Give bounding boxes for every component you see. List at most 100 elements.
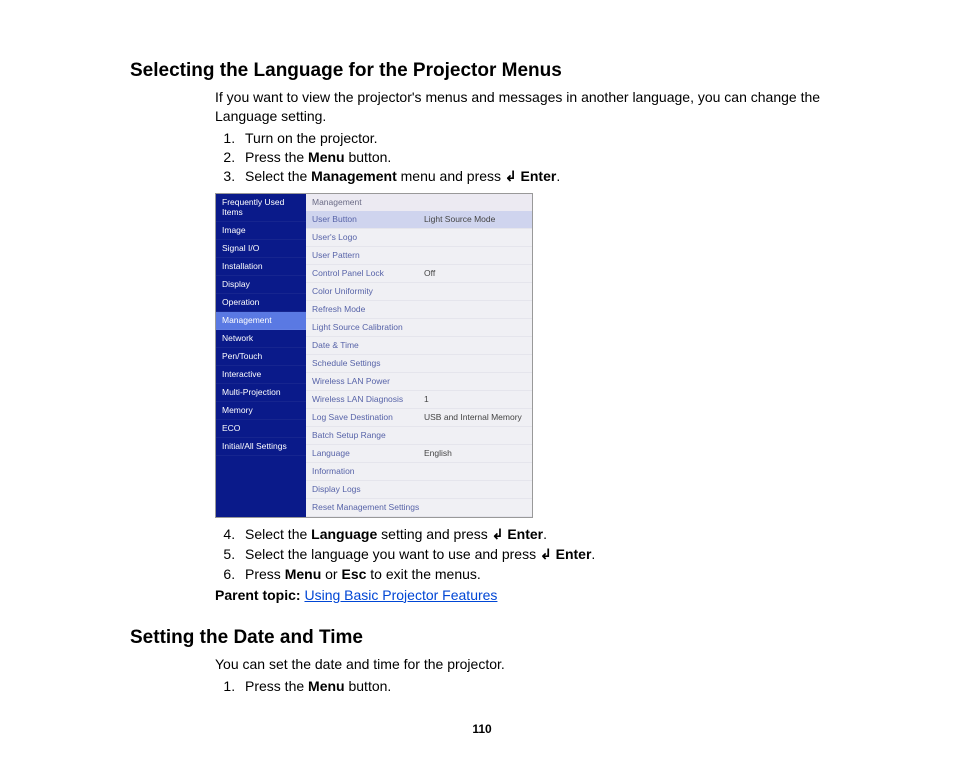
step-text: menu and press (397, 168, 505, 184)
menu-option-label: User Pattern (312, 250, 424, 260)
menu-option-row[interactable]: Wireless LAN Power (306, 373, 532, 391)
sidebar-item[interactable]: Pen/Touch (216, 348, 306, 366)
menu-word: Menu (308, 149, 345, 165)
enter-word: Enter (556, 546, 592, 562)
step-text: Select the (245, 168, 311, 184)
sidebar-item[interactable]: Image (216, 222, 306, 240)
step-text: to exit the menus. (366, 566, 480, 582)
step-list-continued: Select the Language setting and press ↲ … (215, 526, 834, 582)
menu-screenshot-figure: Frequently Used ItemsImageSignal I/OInst… (215, 193, 834, 518)
menu-option-label: Wireless LAN Power (312, 376, 424, 386)
step-item: Press the Menu button. (239, 149, 834, 165)
sidebar-item[interactable]: Display (216, 276, 306, 294)
menu-option-row[interactable]: Batch Setup Range (306, 427, 532, 445)
step-text: Select the language you want to use and … (245, 546, 540, 562)
menu-option-row[interactable]: Control Panel LockOff (306, 265, 532, 283)
menu-option-row[interactable]: User Pattern (306, 247, 532, 265)
sidebar-item[interactable]: Multi-Projection (216, 384, 306, 402)
step-text: Press the (245, 678, 308, 694)
menu-option-label: Language (312, 448, 424, 458)
parent-topic-line: Parent topic: Using Basic Projector Feat… (215, 586, 834, 605)
esc-word: Esc (341, 566, 366, 582)
menu-word: Menu (308, 678, 345, 694)
menu-option-row[interactable]: User's Logo (306, 229, 532, 247)
page-number: 110 (130, 722, 834, 736)
section-heading: Setting the Date and Time (130, 627, 834, 649)
step-item: Turn on the projector. (239, 130, 834, 146)
step-text: Select the (245, 526, 311, 542)
sidebar-item[interactable]: Management (216, 312, 306, 330)
step-item: Press Menu or Esc to exit the menus. (239, 566, 834, 582)
menu-option-row[interactable]: Wireless LAN Diagnosis1 (306, 391, 532, 409)
menu-word: Menu (285, 566, 322, 582)
enter-word: Enter (521, 168, 557, 184)
sidebar-item[interactable]: Initial/All Settings (216, 438, 306, 456)
sidebar-item[interactable]: Installation (216, 258, 306, 276)
menu-option-label: Schedule Settings (312, 358, 424, 368)
menu-option-label: Information (312, 466, 424, 476)
step-text: setting and press (377, 526, 491, 542)
sidebar-item[interactable]: Interactive (216, 366, 306, 384)
sidebar-item[interactable]: Signal I/O (216, 240, 306, 258)
section-body: If you want to view the projector's menu… (215, 88, 834, 605)
step-text: . (556, 168, 560, 184)
menu-option-row[interactable]: Schedule Settings (306, 355, 532, 373)
step-text: or (321, 566, 341, 582)
sidebar-item[interactable]: Operation (216, 294, 306, 312)
sidebar-item[interactable]: Network (216, 330, 306, 348)
menu-option-row[interactable]: Date & Time (306, 337, 532, 355)
step-text: Turn on the projector. (245, 130, 378, 146)
step-item: Select the Language setting and press ↲ … (239, 526, 834, 543)
enter-icon: ↲ (540, 546, 552, 563)
sidebar-item[interactable]: ECO (216, 420, 306, 438)
menu-option-row[interactable]: LanguageEnglish (306, 445, 532, 463)
menu-main-panel: Management User ButtonLight Source ModeU… (306, 194, 532, 517)
step-item: Select the Management menu and press ↲ E… (239, 168, 834, 185)
sidebar-item[interactable]: Memory (216, 402, 306, 420)
menu-word: Management (311, 168, 397, 184)
projector-menu-ui: Frequently Used ItemsImageSignal I/OInst… (215, 193, 533, 518)
step-list: Press the Menu button. (215, 678, 834, 694)
enter-icon: ↲ (492, 526, 504, 543)
menu-options-list: User ButtonLight Source ModeUser's LogoU… (306, 211, 532, 517)
menu-option-row[interactable]: User ButtonLight Source Mode (306, 211, 532, 229)
menu-option-row[interactable]: Light Source Calibration (306, 319, 532, 337)
step-list: Turn on the projector. Press the Menu bu… (215, 130, 834, 185)
step-item: Press the Menu button. (239, 678, 834, 694)
menu-option-label: User Button (312, 214, 424, 224)
menu-option-label: User's Logo (312, 232, 424, 242)
enter-icon: ↲ (505, 168, 517, 185)
section-body: You can set the date and time for the pr… (215, 655, 834, 694)
menu-option-row[interactable]: Reset Management Settings (306, 499, 532, 517)
enter-word: Enter (507, 526, 543, 542)
menu-main-header: Management (306, 194, 532, 211)
step-item: Select the language you want to use and … (239, 546, 834, 563)
menu-sidebar: Frequently Used ItemsImageSignal I/OInst… (216, 194, 306, 517)
menu-option-label: Display Logs (312, 484, 424, 494)
step-text: Press (245, 566, 285, 582)
step-text: . (543, 526, 547, 542)
parent-topic-link[interactable]: Using Basic Projector Features (304, 587, 497, 603)
menu-option-row[interactable]: Refresh Mode (306, 301, 532, 319)
menu-option-value: 1 (424, 394, 429, 404)
menu-option-label: Control Panel Lock (312, 268, 424, 278)
menu-option-label: Light Source Calibration (312, 322, 424, 332)
menu-option-row[interactable]: Information (306, 463, 532, 481)
menu-option-value: USB and Internal Memory (424, 412, 522, 422)
menu-option-label: Batch Setup Range (312, 430, 424, 440)
menu-option-label: Refresh Mode (312, 304, 424, 314)
menu-option-value: Off (424, 268, 435, 278)
menu-option-row[interactable]: Color Uniformity (306, 283, 532, 301)
intro-paragraph: You can set the date and time for the pr… (215, 655, 834, 674)
step-text: button. (345, 678, 392, 694)
menu-option-label: Color Uniformity (312, 286, 424, 296)
document-page: Selecting the Language for the Projector… (0, 0, 954, 776)
step-text: Press the (245, 149, 308, 165)
menu-option-row[interactable]: Display Logs (306, 481, 532, 499)
sidebar-item[interactable]: Frequently Used Items (216, 194, 306, 222)
menu-option-row[interactable]: Log Save DestinationUSB and Internal Mem… (306, 409, 532, 427)
step-text: . (591, 546, 595, 562)
menu-option-value: English (424, 448, 452, 458)
menu-option-value: Light Source Mode (424, 214, 495, 224)
menu-option-label: Date & Time (312, 340, 424, 350)
